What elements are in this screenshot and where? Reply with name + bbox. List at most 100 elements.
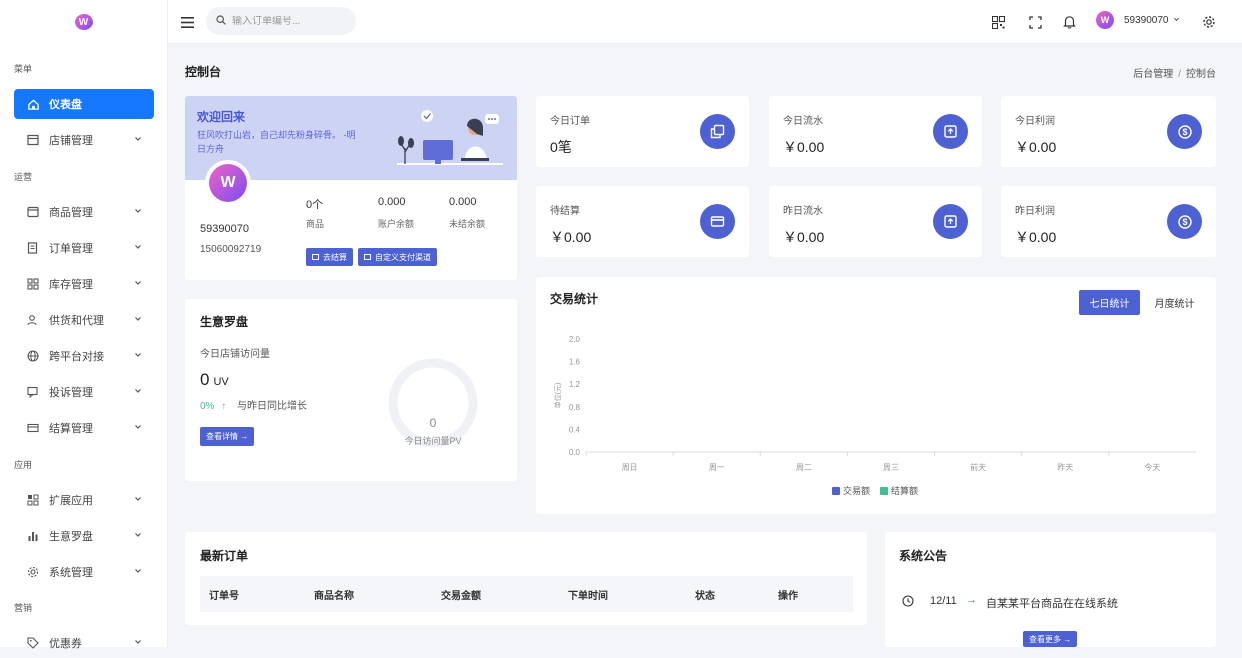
chevron-down-icon (134, 566, 142, 578)
legend-swatch (880, 487, 888, 495)
goods-icon (26, 205, 40, 219)
stat-card-value: ￥0.00 (783, 229, 825, 245)
settle-button[interactable]: 去结算 (306, 248, 353, 266)
view-details-button[interactable]: 查看详情 → (200, 427, 255, 446)
qrcode-icon[interactable] (987, 11, 1009, 33)
section-label-apps: 应用 (14, 460, 33, 470)
breadcrumb: 后台管理 / 控制台 (1133, 69, 1216, 80)
chat-icon (26, 385, 40, 399)
sidebar-item-label: 扩展应用 (49, 495, 93, 507)
card-icon (700, 204, 735, 239)
sidebar-item-store[interactable]: 店铺管理 (14, 125, 154, 155)
search-input[interactable] (232, 15, 342, 27)
custom-pay-button[interactable]: 自定义支付渠道 (358, 248, 437, 266)
settings-icon[interactable] (1198, 11, 1220, 33)
stat-card-yesterday-profit: 昨日利润 ￥0.00 $ (1001, 186, 1216, 257)
profile-username: 59390070 (200, 223, 249, 235)
sidebar-item-dashboard[interactable]: 仪表盘 (14, 89, 154, 119)
tag-icon (26, 636, 40, 650)
goods-label: 商品 (306, 219, 325, 229)
dollar-icon: $ (1167, 114, 1202, 149)
logo-icon: W (74, 14, 93, 30)
col-amount: 交易金额 (441, 591, 481, 602)
profile-phone: 15060092719 (200, 244, 262, 255)
bell-icon[interactable] (1058, 11, 1080, 33)
stat-card-title: 今日流水 (783, 116, 823, 127)
balance-label: 账户余额 (378, 219, 415, 229)
y-tick-label: 1.2 (569, 380, 581, 389)
sidebar-item-compass[interactable]: 生意罗盘 (14, 521, 154, 551)
chevron-down-icon (134, 206, 142, 218)
growth-row: 0% ↑ 与昨日同比增长 (200, 397, 307, 412)
breadcrumb-item[interactable]: 后台管理 (1133, 69, 1173, 80)
card-icon (26, 421, 40, 435)
legend-label: 交易额 (843, 485, 870, 496)
menu-toggle-icon[interactable] (176, 11, 198, 33)
notice-card: 系统公告 12/11 → 自某某平台商品在在线系统 查看更多 → (885, 532, 1216, 647)
col-order-time: 下单时间 (568, 591, 608, 602)
trade-chart: 0.0 0.4 0.8 1.2 1.6 2.0 单位(元) 周日 周一 周二 周三 前天 昨天 今天交易额… (553, 335, 1196, 496)
col-goods-name: 商品名称 (314, 591, 354, 602)
trade-stats-title: 交易统计 (550, 292, 599, 306)
box-icon (933, 204, 968, 239)
sidebar-item-complaints[interactable]: 投诉管理 (14, 377, 154, 407)
tab-seven-days[interactable]: 七日统计 (1079, 290, 1140, 315)
uv-value: 0 UV (200, 370, 229, 389)
welcome-subtitle: 狂风吹打山岩，自己却先粉身碎骨。 -明日方舟 (197, 130, 356, 154)
sidebar-item-supply[interactable]: 供货和代理 (14, 305, 154, 335)
stat-card-pending: 待结算 ￥0.00 (536, 186, 749, 257)
order-icon (26, 241, 40, 255)
sidebar-item-orders[interactable]: 订单管理 (14, 233, 154, 263)
svg-text:$: $ (1182, 127, 1187, 137)
chevron-down-icon (134, 386, 142, 398)
notice-title: 系统公告 (899, 549, 948, 563)
welcome-title: 欢迎回来 (197, 110, 246, 124)
arrow-right-icon: → (966, 594, 977, 606)
chevron-down-icon (134, 314, 142, 326)
fullscreen-icon[interactable] (1024, 11, 1046, 33)
notice-text[interactable]: 自某某平台商品在在线系统 (986, 595, 1118, 611)
stat-card-value: ￥0.00 (1015, 139, 1057, 155)
copy-icon (700, 114, 735, 149)
col-status: 状态 (695, 591, 715, 602)
x-tick-label: 周二 (796, 463, 812, 472)
stat-card-yesterday-flow: 昨日流水 ￥0.00 (769, 186, 982, 257)
sidebar-item-settlement[interactable]: 结算管理 (14, 413, 154, 443)
view-more-button[interactable]: 查看更多 → (1023, 631, 1078, 647)
section-label-marketing: 营销 (14, 603, 33, 613)
clock-icon (902, 595, 914, 610)
user-menu[interactable]: W 59390070 (1096, 11, 1180, 29)
stat-card-value: ￥0.00 (550, 229, 592, 245)
sidebar-item-coupons[interactable]: 优惠券 (14, 628, 154, 658)
compass-card: 生意罗盘 今日店铺访问量 0 UV 0% ↑ 与昨日同比增长 查看详情 → 0 今… (185, 299, 517, 481)
chevron-down-icon (134, 494, 142, 506)
sidebar-item-system[interactable]: 系统管理 (14, 557, 154, 587)
sidebar-item-extensions[interactable]: 扩展应用 (14, 485, 154, 515)
sidebar-item-goods[interactable]: 商品管理 (14, 197, 154, 227)
sidebar-item-label: 系统管理 (49, 567, 93, 579)
col-order-no: 订单号 (209, 591, 239, 602)
unsettled-value: 0.000 (449, 196, 477, 208)
sidebar-item-label: 库存管理 (49, 279, 93, 291)
username: 59390070 (1124, 14, 1169, 26)
sidebar-item-label: 优惠券 (49, 638, 82, 650)
legend-label: 结算额 (891, 485, 918, 496)
logo[interactable]: W (0, 0, 167, 44)
goods-count: 0个 (306, 199, 324, 211)
compass-title: 生意罗盘 (200, 315, 249, 329)
y-tick-label: 0.0 (569, 448, 581, 457)
orders-table-header (200, 576, 853, 612)
chevron-down-icon (134, 530, 142, 542)
tab-monthly[interactable]: 月度统计 (1144, 290, 1205, 315)
chevron-down-icon (134, 242, 142, 254)
chevron-down-icon (134, 278, 142, 290)
arrow-up-icon: ↑ (221, 401, 227, 412)
sidebar-item-label: 订单管理 (49, 243, 93, 255)
page-title: 控制台 (185, 65, 222, 79)
gauge-label: 今日访问量PV (404, 436, 462, 446)
box-icon (933, 114, 968, 149)
sidebar-item-inventory[interactable]: 库存管理 (14, 269, 154, 299)
svg-text:$: $ (1182, 217, 1187, 227)
sidebar-item-crossplatform[interactable]: 跨平台对接 (14, 341, 154, 371)
stat-card-value: ￥0.00 (783, 139, 825, 155)
